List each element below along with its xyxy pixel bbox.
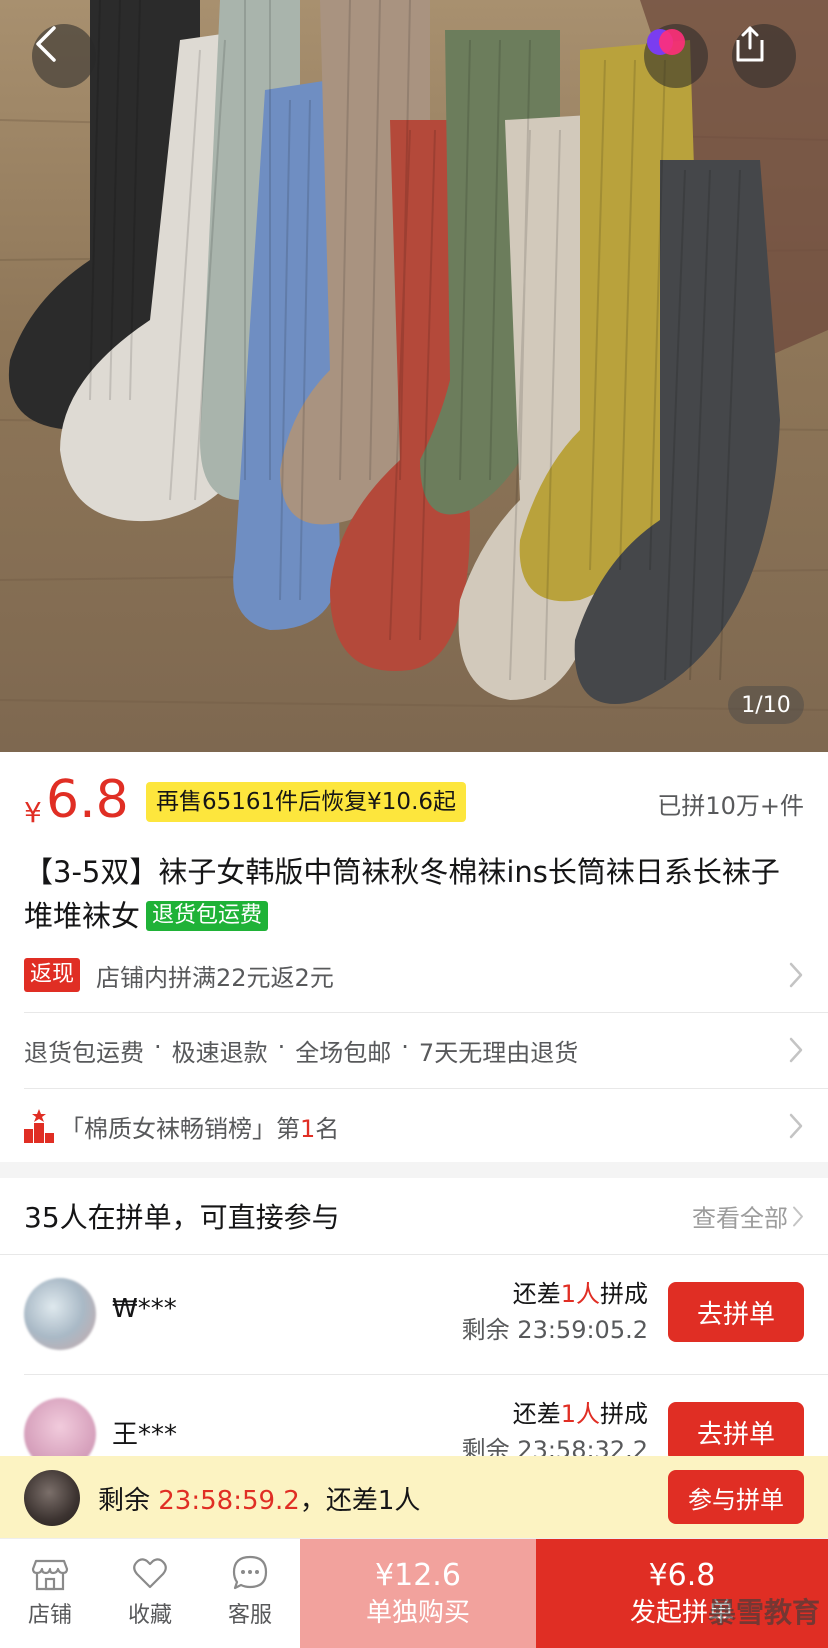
heart-icon bbox=[133, 1558, 167, 1589]
chevron-right-icon bbox=[789, 962, 803, 988]
countdown-time: 23:58:59.2 bbox=[158, 1486, 300, 1516]
guarantee-item: 极速退款 bbox=[171, 1038, 268, 1067]
tab-customer-service[interactable]: 客服 bbox=[200, 1539, 300, 1648]
cashback-row[interactable]: 返现 店铺内拼满22元返2元 bbox=[24, 938, 804, 1012]
tab-store[interactable]: 店铺 bbox=[0, 1539, 100, 1648]
ranking-row[interactable]: 「棉质女袜畅销榜」第1名 bbox=[24, 1089, 804, 1163]
user-name: 王*** bbox=[112, 1420, 178, 1450]
price-currency: ¥ bbox=[24, 796, 42, 829]
cashback-text: 店铺内拼满22元返2元 bbox=[96, 963, 334, 992]
group-header: 35人在拼单，可直接参与 查看全部 bbox=[24, 1178, 804, 1254]
remaining-time: 剩余 23:59:05.2 bbox=[461, 1316, 648, 1344]
need-prefix: 还差 bbox=[512, 1280, 561, 1308]
need-text: 还差1人拼成 bbox=[513, 1274, 648, 1309]
assistant-logo-icon bbox=[647, 29, 685, 55]
guarantee-separator: · bbox=[154, 1032, 162, 1061]
ranking-text: 「棉质女袜畅销榜」第1名 bbox=[60, 1109, 339, 1144]
floating-group-strip[interactable]: 剩余 23:58:59.2，还差1人 参与拼单 bbox=[0, 1456, 828, 1538]
tab-favorite[interactable]: 收藏 bbox=[100, 1539, 200, 1648]
join-group-button[interactable]: 去拼单 bbox=[668, 1402, 804, 1462]
ranking-suffix: 名 bbox=[315, 1114, 340, 1143]
avatar bbox=[24, 1470, 80, 1526]
need-text: 还差1人拼成 bbox=[513, 1394, 648, 1429]
view-all-link[interactable]: 查看全部 bbox=[692, 1199, 804, 1234]
chevron-left-icon bbox=[36, 26, 56, 62]
product-title: 【3-5双】袜子女韩版中筒袜秋冬棉袜ins长筒袜日系长袜子堆堆袜女 退货包运费 bbox=[24, 850, 808, 938]
remaining-prefix: 剩余 bbox=[98, 1486, 159, 1516]
assistant-button[interactable] bbox=[644, 24, 708, 88]
bottom-action-bar: 店铺 收藏 客服 ¥12.6 单独购买 ¥6.8 发起拼单 暴雪教育 bbox=[0, 1538, 828, 1648]
price-value: 6.8 bbox=[46, 770, 129, 830]
floating-strip-text: 剩余 23:58:59.2，还差1人 bbox=[98, 1480, 420, 1517]
product-image[interactable]: 1/10 bbox=[0, 0, 828, 752]
need-suffix: 拼成 bbox=[600, 1400, 648, 1428]
socks-photo bbox=[0, 0, 828, 711]
guarantee-item: 7天无理由退货 bbox=[418, 1038, 579, 1067]
price-row: ¥ 6.8 再售65161件后恢复¥10.6起 已拼10万+件 bbox=[24, 770, 804, 836]
cashback-badge: 返现 bbox=[24, 958, 81, 992]
start-group-button[interactable]: ¥6.8 发起拼单 暴雪教育 bbox=[536, 1539, 828, 1648]
sold-count: 已拼10万+件 bbox=[657, 792, 804, 820]
back-button[interactable] bbox=[32, 24, 96, 88]
guarantee-row[interactable]: 退货包运费 · 极速退款 · 全场包邮 · 7天无理由退货 bbox=[24, 1013, 804, 1087]
chat-icon bbox=[232, 1555, 268, 1590]
store-icon bbox=[31, 1559, 69, 1591]
join-group-button[interactable]: 去拼单 bbox=[668, 1282, 804, 1342]
chevron-right-icon bbox=[789, 1037, 803, 1063]
return-shipping-tag: 退货包运费 bbox=[146, 901, 269, 931]
price-restore-notice: 再售65161件后恢复¥10.6起 bbox=[146, 782, 467, 822]
view-all-label: 查看全部 bbox=[692, 1204, 788, 1233]
group-title: 35人在拼单，可直接参与 bbox=[24, 1201, 340, 1234]
buy-alone-label: 单独购买 bbox=[365, 1598, 470, 1628]
product-title-text: 【3-5双】袜子女韩版中筒袜秋冬棉袜ins长筒袜日系长袜子堆堆袜女 bbox=[24, 855, 780, 933]
group-price: ¥6.8 bbox=[648, 1558, 716, 1593]
share-icon bbox=[736, 26, 764, 62]
need-count: 1人 bbox=[560, 1400, 600, 1428]
need-prefix: 还差 bbox=[512, 1400, 561, 1428]
share-button[interactable] bbox=[732, 24, 796, 88]
guarantee-item: 全场包邮 bbox=[295, 1038, 392, 1067]
join-group-button[interactable]: 参与拼单 bbox=[668, 1470, 804, 1524]
guarantee-item: 退货包运费 bbox=[24, 1038, 144, 1067]
group-entry: ₩*** 还差1人拼成 剩余 23:59:05.2 去拼单 bbox=[24, 1254, 804, 1374]
chevron-right-icon bbox=[789, 1113, 803, 1139]
chevron-right-icon bbox=[793, 1206, 803, 1226]
tab-label: 客服 bbox=[227, 1603, 272, 1628]
guarantee-separator: · bbox=[277, 1032, 286, 1061]
ranking-podium-icon bbox=[24, 1109, 54, 1143]
avatar bbox=[24, 1278, 96, 1350]
tab-label: 收藏 bbox=[127, 1603, 172, 1628]
guarantee-separator: · bbox=[401, 1032, 409, 1061]
tab-label: 店铺 bbox=[27, 1603, 72, 1628]
user-name: ₩*** bbox=[112, 1294, 177, 1324]
ranking-number: 1 bbox=[300, 1114, 316, 1143]
ranking-prefix: 「棉质女袜畅销榜」第 bbox=[60, 1114, 300, 1143]
guarantee-list: 退货包运费 · 极速退款 · 全场包邮 · 7天无理由退货 bbox=[24, 1033, 578, 1068]
image-page-indicator: 1/10 bbox=[728, 686, 804, 724]
need-count: 1人 bbox=[560, 1280, 600, 1308]
buy-alone-price: ¥12.6 bbox=[375, 1558, 461, 1593]
need-suffix: 拼成 bbox=[600, 1280, 648, 1308]
section-gap bbox=[0, 1162, 828, 1178]
remaining-suffix: ，还差1人 bbox=[299, 1486, 421, 1516]
watermark: 暴雪教育 bbox=[707, 1596, 820, 1629]
buy-alone-button[interactable]: ¥12.6 单独购买 bbox=[300, 1539, 536, 1648]
